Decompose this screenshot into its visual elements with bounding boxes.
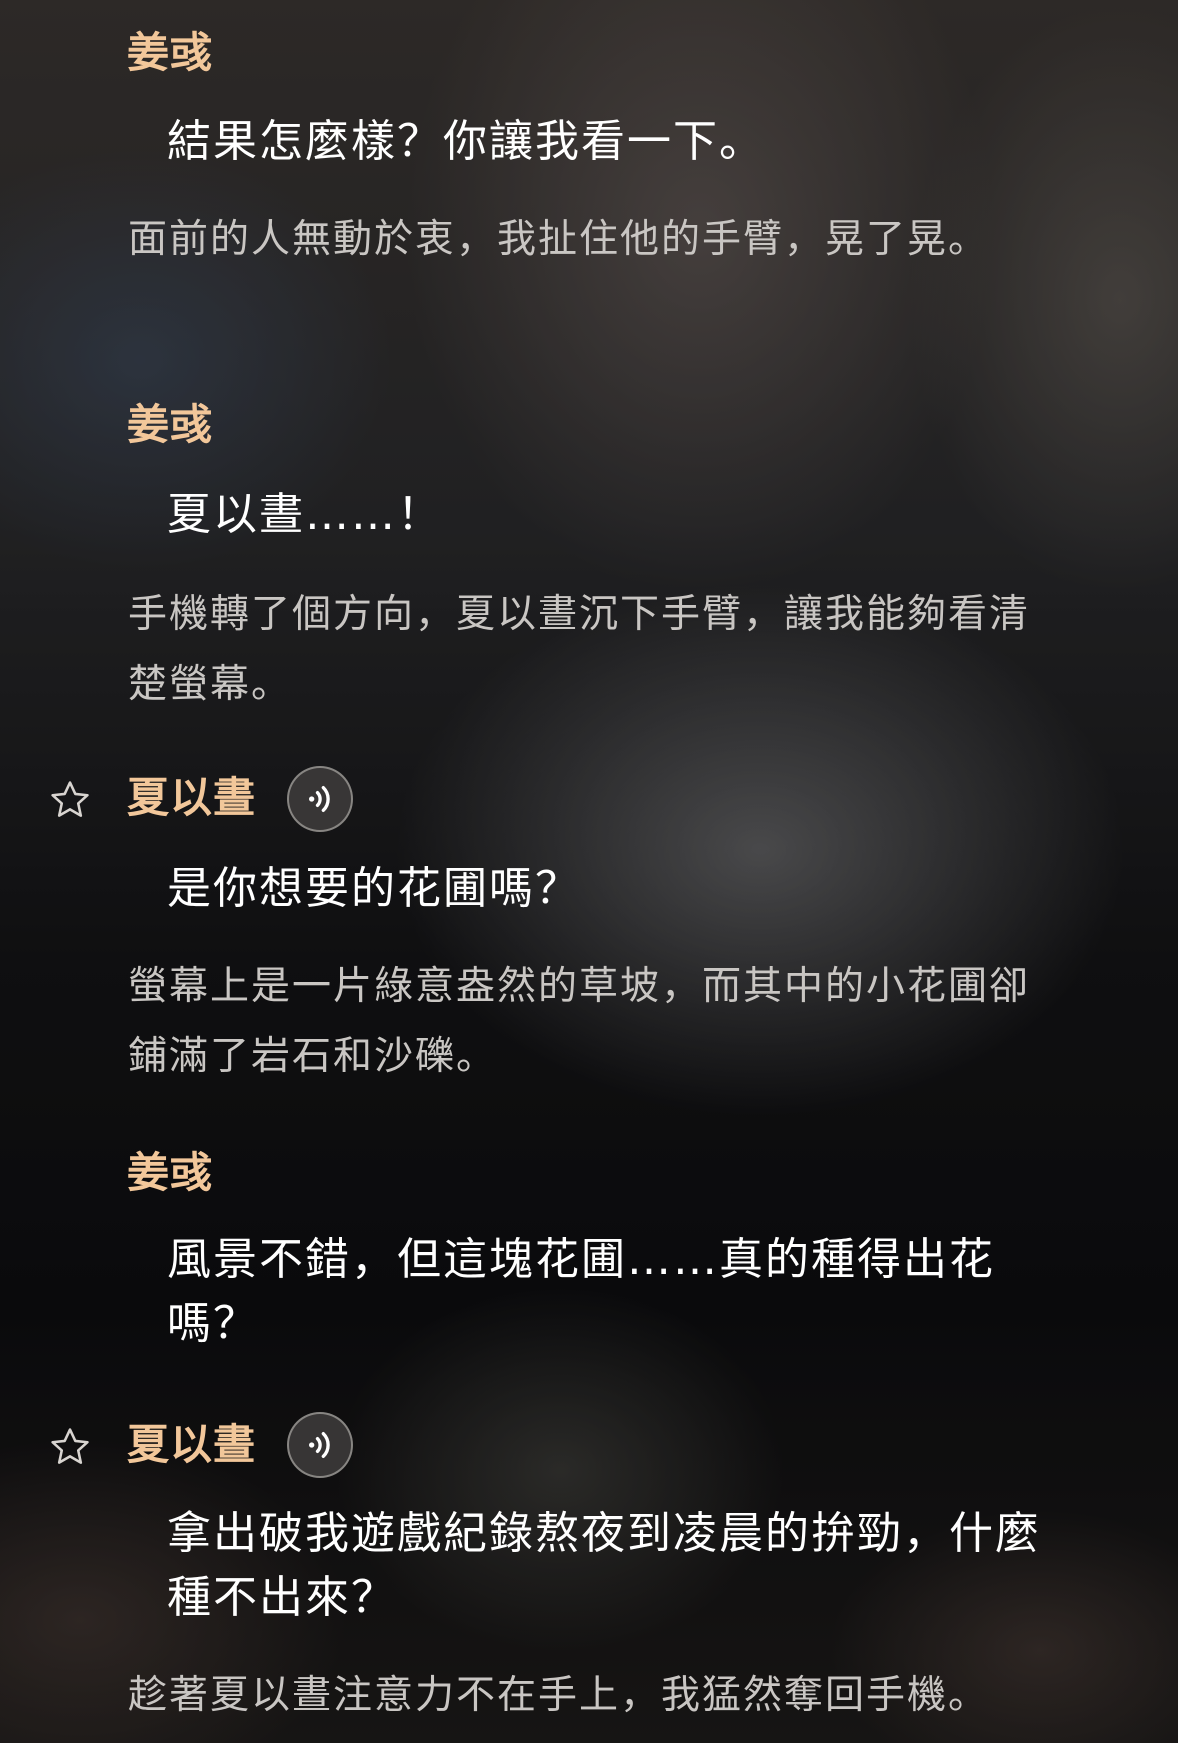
star-outline-icon[interactable]: [48, 778, 92, 822]
speaker-name: 夏以晝: [127, 773, 257, 822]
speaker-name: 夏以晝: [127, 1420, 257, 1469]
voice-play-icon[interactable]: [287, 1412, 353, 1478]
speaker-name: 姜彧: [127, 28, 214, 77]
speaker-name: 姜彧: [127, 1148, 214, 1197]
star-outline-icon-glyph: [51, 1428, 89, 1464]
narration-text: 手機轉了個方向，夏以晝沉下手臂，讓我能夠看清楚螢幕。: [128, 592, 1031, 707]
voice-play-icon[interactable]: [287, 766, 353, 832]
star-outline-icon-glyph: [51, 781, 89, 817]
narration-text: 面前的人無動於衷，我扯住他的手臂，晃了晃。: [128, 217, 990, 262]
dialogue-line: 拿出破我遊戲紀錄熬夜到凌晨的拚勁，什麼種不出來？: [167, 1508, 1041, 1623]
narration-text: 螢幕上是一片綠意盎然的草坡，而其中的小花圃卻鋪滿了岩石和沙礫。: [128, 964, 1031, 1079]
dialogue-line: 風景不錯，但這塊花圃……真的種得出花嗎？: [167, 1234, 995, 1349]
star-outline-icon[interactable]: [48, 1425, 92, 1469]
narration-text: 趁著夏以晝注意力不在手上，我猛然奪回手機。: [128, 1673, 990, 1718]
speaker-name: 姜彧: [127, 400, 214, 449]
sound-wave-icon: [309, 786, 330, 812]
dialogue-line: 夏以晝……！: [167, 489, 443, 540]
dialogue-line: 是你想要的花圃嗎？: [167, 863, 581, 914]
story-dialogue-list[interactable]: 姜彧 結果怎麼樣？你讓我看一下。 面前的人無動於衷，我扯住他的手臂，晃了晃。 姜…: [0, 0, 1178, 1743]
dialogue-line: 結果怎麼樣？你讓我看一下。: [167, 116, 765, 167]
sound-wave-icon: [309, 1432, 330, 1458]
